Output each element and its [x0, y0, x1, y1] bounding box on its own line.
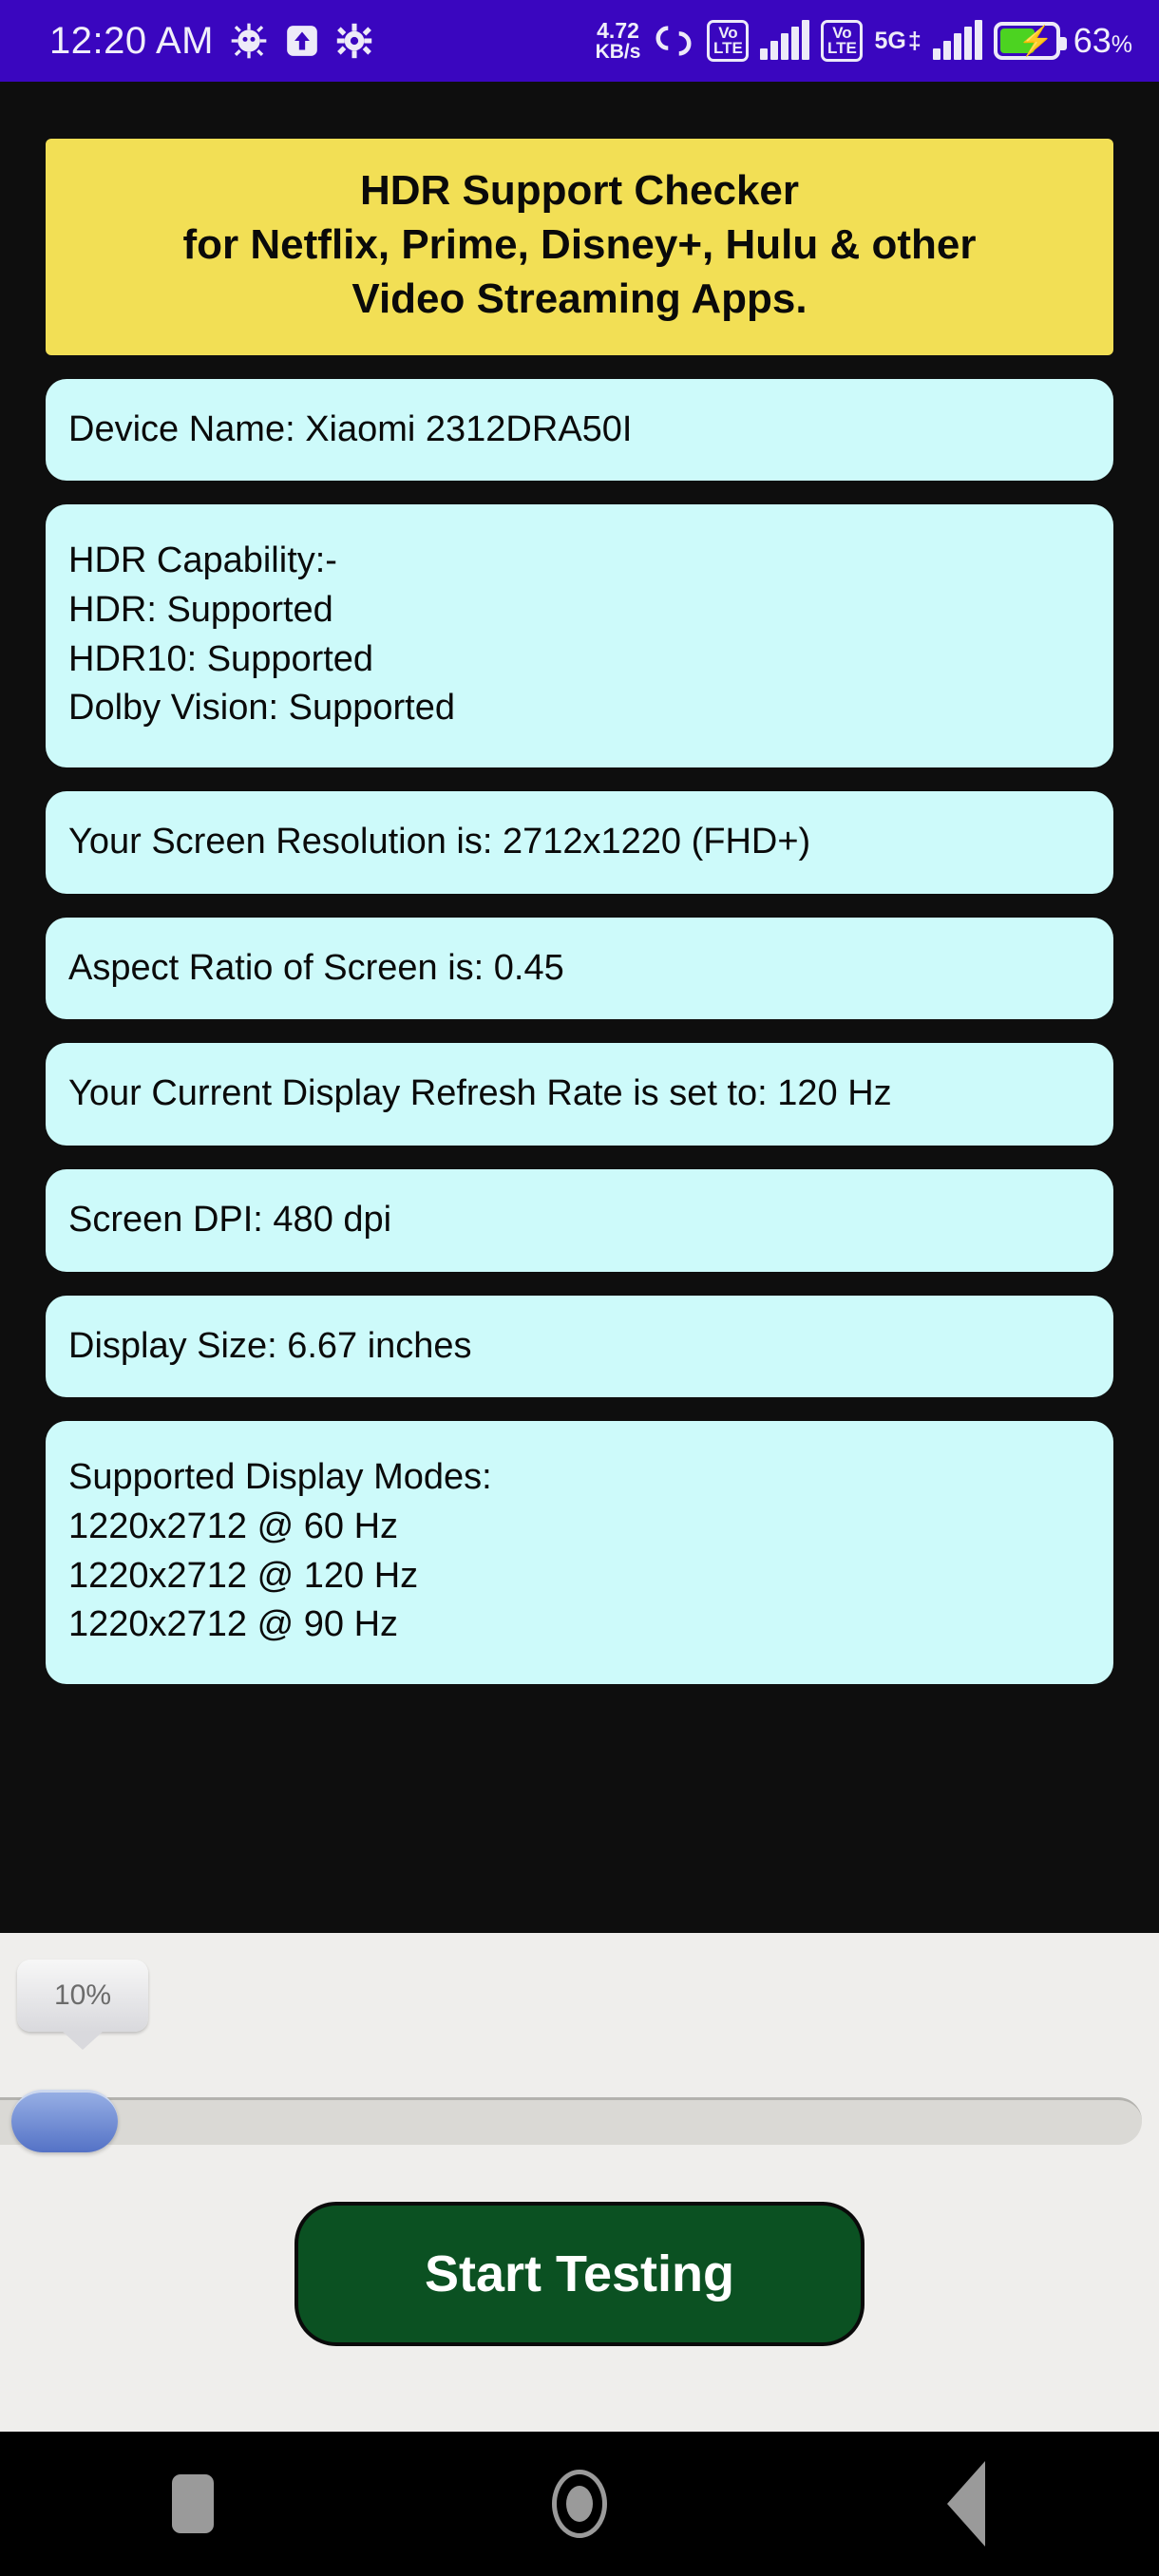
main-content: HDR Support Checker for Netflix, Prime, … — [0, 82, 1159, 1933]
network-type-label: 5G — [874, 27, 906, 54]
network-speed-value: 4.72 — [597, 18, 639, 43]
slider-value-tooltip: 10% — [17, 1960, 148, 2032]
display-size-card: Display Size: 6.67 inches — [46, 1295, 1113, 1398]
battery-percentage-symbol: % — [1111, 31, 1132, 58]
battery-icon: ⚡ — [993, 22, 1067, 60]
device-name-card: Device Name: Xiaomi 2312DRA50I — [46, 378, 1113, 482]
hdr-capability-card: HDR Capability:- HDR: Supported HDR10: S… — [46, 504, 1113, 767]
app-title-banner: HDR Support Checker for Netflix, Prime, … — [46, 139, 1113, 355]
screen-dpi-text: Screen DPI: 480 dpi — [68, 1199, 392, 1240]
display-size-text: Display Size: 6.67 inches — [68, 1325, 472, 1366]
battery-percentage: 63% — [1074, 21, 1132, 61]
circle-home-icon — [552, 2470, 607, 2538]
supported-display-modes-card: Supported Display Modes: 1220x2712 @ 60 … — [46, 1421, 1113, 1684]
slider-tooltip-wrapper: 10% — [17, 1960, 148, 2032]
status-bar-left: 12:20 AM — [49, 20, 372, 63]
gear-icon — [336, 23, 372, 59]
screen-resolution-text: Your Screen Resolution is: 2712x1220 (FH… — [68, 821, 811, 862]
android-bug-icon — [230, 22, 268, 60]
status-bar-clock: 12:20 AM — [49, 19, 215, 62]
brightness-slider[interactable] — [0, 2090, 1159, 2152]
display-mode-row: 1220x2712 @ 60 Hz — [68, 1506, 399, 1546]
hdr-support-row: HDR: Supported — [68, 589, 333, 630]
hdr10-support-row: HDR10: Supported — [68, 638, 374, 679]
start-testing-label: Start Testing — [424, 2245, 735, 2302]
network-type-suffix: ‡ — [907, 27, 922, 54]
battery-percentage-value: 63 — [1073, 21, 1112, 60]
dolby-vision-support-row: Dolby Vision: Supported — [68, 688, 455, 729]
network-speed-indicator: 4.72 KB/s — [595, 18, 641, 63]
app-screen: 12:20 AM 4.72 KB/s Vo LTE Vo LTE 5G ‡ ⚡ … — [0, 0, 1159, 2576]
signal-bars-sim2 — [932, 20, 982, 60]
signal-bars-sim1 — [760, 20, 810, 60]
square-recents-icon — [172, 2474, 215, 2533]
charging-bolt-icon: ⚡ — [1017, 26, 1054, 57]
display-modes-title: Supported Display Modes: — [68, 1457, 492, 1498]
dual-sim-icon — [652, 21, 695, 61]
network-type-indicator: 5G ‡ — [874, 27, 922, 54]
display-mode-row: 1220x2712 @ 90 Hz — [68, 1604, 399, 1645]
banner-line-1: HDR Support Checker — [359, 167, 800, 214]
banner-line-2: for Netflix, Prime, Disney+, Hulu & othe… — [182, 221, 977, 269]
volte-badge-sim1: Vo LTE — [707, 20, 750, 62]
android-navigation-bar — [0, 2432, 1159, 2576]
nav-home-button[interactable] — [387, 2470, 773, 2538]
aspect-ratio-card: Aspect Ratio of Screen is: 0.45 — [46, 917, 1113, 1020]
volte-line2: LTE — [713, 39, 743, 57]
banner-line-3: Video Streaming Apps. — [352, 275, 808, 323]
aspect-ratio-text: Aspect Ratio of Screen is: 0.45 — [68, 947, 564, 988]
status-bar-right: 4.72 KB/s Vo LTE Vo LTE 5G ‡ ⚡ 63% — [596, 20, 1132, 62]
volte-line2: LTE — [827, 39, 857, 57]
upload-arrow-icon — [284, 23, 320, 59]
hdr-capability-title: HDR Capability:- — [68, 540, 337, 581]
nav-back-button[interactable] — [772, 2461, 1159, 2547]
slider-thumb[interactable] — [11, 2090, 118, 2152]
network-speed-unit: KB/s — [595, 41, 641, 63]
start-testing-button[interactable]: Start Testing — [294, 2202, 864, 2346]
volte-badge-sim2: Vo LTE — [821, 20, 864, 62]
slider-track[interactable] — [0, 2097, 1142, 2145]
triangle-back-icon — [946, 2461, 985, 2547]
display-mode-row: 1220x2712 @ 120 Hz — [68, 1555, 419, 1596]
screen-dpi-card: Screen DPI: 480 dpi — [46, 1168, 1113, 1272]
bottom-panel: 10% Start Testing — [0, 1933, 1159, 2432]
status-bar: 12:20 AM 4.72 KB/s Vo LTE Vo LTE 5G ‡ ⚡ … — [0, 0, 1159, 82]
refresh-rate-text: Your Current Display Refresh Rate is set… — [68, 1073, 892, 1114]
slider-value-label: 10% — [53, 1979, 112, 2011]
screen-resolution-card: Your Screen Resolution is: 2712x1220 (FH… — [46, 790, 1113, 894]
refresh-rate-card: Your Current Display Refresh Rate is set… — [46, 1043, 1113, 1146]
device-name-text: Device Name: Xiaomi 2312DRA50I — [68, 408, 633, 449]
nav-recents-button[interactable] — [0, 2474, 387, 2533]
